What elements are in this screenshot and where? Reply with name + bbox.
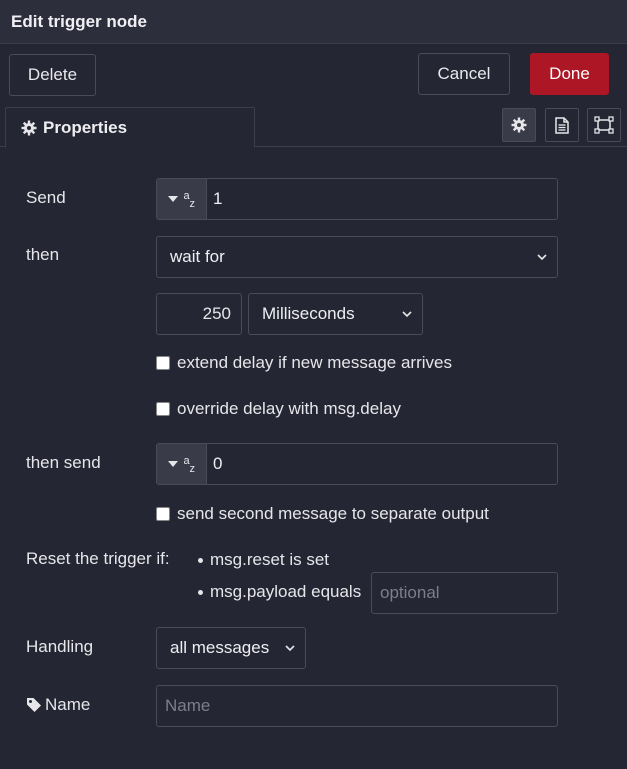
reset-condition-2: msg.payload equals	[210, 582, 362, 601]
handling-select-value: all messages	[170, 638, 270, 657]
dialog-title: Edit trigger node	[11, 12, 147, 31]
tab-properties-label: Properties	[43, 117, 128, 137]
name-input[interactable]: Name	[156, 685, 558, 727]
reset-condition-1: msg.reset is set	[210, 550, 330, 569]
string-type-icon: az	[183, 190, 196, 210]
second-output-option: send second message to separate output	[156, 504, 489, 524]
cancel-button[interactable]: Cancel	[418, 53, 510, 95]
caret-down-icon	[167, 196, 178, 202]
delay-unit-value: Milliseconds	[262, 304, 355, 323]
chevron-down-icon	[285, 645, 295, 652]
then-select[interactable]: wait for	[156, 236, 558, 278]
then-send-typed-input[interactable]: az 0	[156, 443, 558, 485]
then-send-label: then send	[26, 453, 101, 472]
tab-appearance-button[interactable]	[587, 108, 621, 142]
then-label: then	[26, 245, 60, 264]
reset-label: Reset the trigger if:	[26, 549, 170, 568]
delete-button[interactable]: Delete	[9, 54, 96, 96]
bullet-icon	[198, 590, 203, 595]
tab-bar: Properties	[0, 102, 627, 148]
tab-description-button[interactable]	[545, 108, 579, 142]
document-icon	[555, 116, 569, 134]
name-label-row: Name	[26, 695, 90, 715]
done-button[interactable]: Done	[530, 53, 609, 95]
tag-icon	[27, 698, 41, 712]
bullet-icon	[198, 558, 203, 563]
tab-properties[interactable]: Properties	[5, 107, 255, 148]
frame-icon	[594, 116, 614, 134]
extend-delay-option: extend delay if new message arrives	[156, 353, 452, 373]
send-typed-input[interactable]: az 1	[156, 178, 558, 220]
delay-value: 250	[202, 304, 231, 323]
name-label: Name	[45, 695, 91, 714]
chevron-down-icon	[537, 254, 547, 261]
tab-settings-button[interactable]	[502, 108, 536, 142]
second-output-label: send second message to separate output	[177, 504, 489, 523]
dialog-titlebar: Edit trigger node	[0, 0, 627, 44]
reset-payload-placeholder: optional	[380, 583, 440, 602]
reset-payload-input[interactable]: optional	[371, 572, 558, 614]
gear-icon	[21, 120, 37, 135]
send-value[interactable]: 1	[207, 179, 222, 219]
extend-delay-label: extend delay if new message arrives	[177, 353, 452, 372]
gear-icon	[511, 117, 527, 133]
caret-down-icon	[167, 461, 178, 467]
delay-value-input[interactable]: 250	[156, 293, 242, 335]
send-label: Send	[26, 188, 66, 207]
chevron-down-icon	[402, 311, 412, 318]
dialog-toolbar: Delete Cancel Done	[0, 45, 627, 102]
override-delay-option: override delay with msg.delay	[156, 399, 401, 419]
override-delay-checkbox[interactable]	[156, 402, 170, 416]
name-placeholder: Name	[165, 696, 211, 715]
string-type-icon: az	[183, 455, 196, 475]
handling-select[interactable]: all messages	[156, 627, 306, 669]
then-send-value[interactable]: 0	[207, 444, 222, 484]
then-select-value: wait for	[170, 247, 225, 266]
handling-label: Handling	[26, 637, 94, 656]
override-delay-label: override delay with msg.delay	[177, 399, 401, 418]
send-type-selector[interactable]: az	[157, 179, 207, 219]
second-output-checkbox[interactable]	[156, 507, 170, 521]
delay-unit-select[interactable]: Milliseconds	[248, 293, 423, 335]
extend-delay-checkbox[interactable]	[156, 356, 170, 370]
then-send-type-selector[interactable]: az	[157, 444, 207, 484]
